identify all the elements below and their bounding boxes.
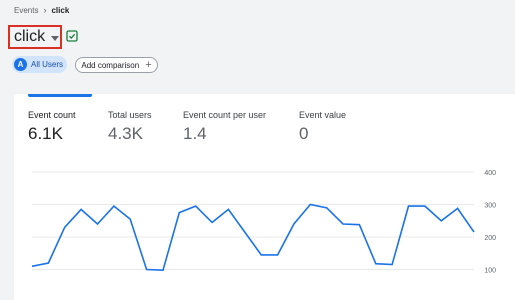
data-point[interactable] bbox=[341, 222, 345, 226]
data-point[interactable] bbox=[308, 203, 312, 207]
data-point[interactable] bbox=[439, 219, 443, 223]
data-point[interactable] bbox=[145, 268, 149, 272]
dropdown-caret-icon bbox=[51, 35, 60, 41]
y-tick-label: 100 bbox=[484, 268, 496, 275]
data-point[interactable] bbox=[46, 261, 50, 265]
data-point[interactable] bbox=[357, 223, 361, 227]
data-point[interactable] bbox=[243, 230, 247, 234]
data-point[interactable] bbox=[79, 207, 83, 211]
data-point[interactable] bbox=[390, 263, 394, 267]
data-point[interactable] bbox=[259, 253, 263, 257]
add-comparison-button[interactable]: Add comparison + bbox=[75, 57, 158, 73]
data-point[interactable] bbox=[423, 204, 427, 208]
data-point[interactable] bbox=[161, 268, 165, 272]
data-point[interactable] bbox=[210, 220, 214, 224]
chevron-right-icon: › bbox=[43, 5, 47, 15]
data-point[interactable] bbox=[194, 204, 198, 208]
add-comparison-label: Add comparison bbox=[81, 60, 140, 70]
data-point[interactable] bbox=[30, 264, 34, 268]
breadcrumb-current: click bbox=[51, 5, 70, 15]
event-count-line-chart: 4003002001000 bbox=[30, 170, 496, 275]
data-point[interactable] bbox=[112, 204, 116, 208]
event-name-value: click bbox=[14, 28, 46, 45]
breadcrumb: Events › click bbox=[14, 5, 69, 15]
check-square-icon[interactable] bbox=[66, 30, 78, 42]
data-point[interactable] bbox=[456, 206, 460, 210]
breadcrumb-parent-link[interactable]: Events bbox=[14, 6, 38, 15]
plus-icon: + bbox=[145, 58, 152, 71]
y-tick-label: 400 bbox=[484, 170, 496, 177]
data-point[interactable] bbox=[407, 204, 411, 208]
data-point[interactable] bbox=[325, 206, 329, 210]
data-point[interactable] bbox=[96, 222, 100, 226]
data-point[interactable] bbox=[276, 253, 280, 257]
all-users-chip[interactable]: A All Users bbox=[12, 56, 67, 73]
data-point[interactable] bbox=[177, 211, 181, 215]
event-name-dropdown[interactable]: click bbox=[8, 25, 62, 49]
y-tick-label: 300 bbox=[484, 203, 496, 210]
data-point[interactable] bbox=[374, 262, 378, 266]
all-users-label: All Users bbox=[31, 60, 64, 69]
data-point[interactable] bbox=[472, 230, 476, 234]
data-point[interactable] bbox=[63, 225, 67, 229]
data-point[interactable] bbox=[226, 207, 230, 211]
segment-badge: A bbox=[14, 58, 27, 71]
data-point[interactable] bbox=[128, 217, 132, 221]
y-tick-label: 200 bbox=[484, 235, 496, 242]
data-point[interactable] bbox=[292, 222, 296, 226]
